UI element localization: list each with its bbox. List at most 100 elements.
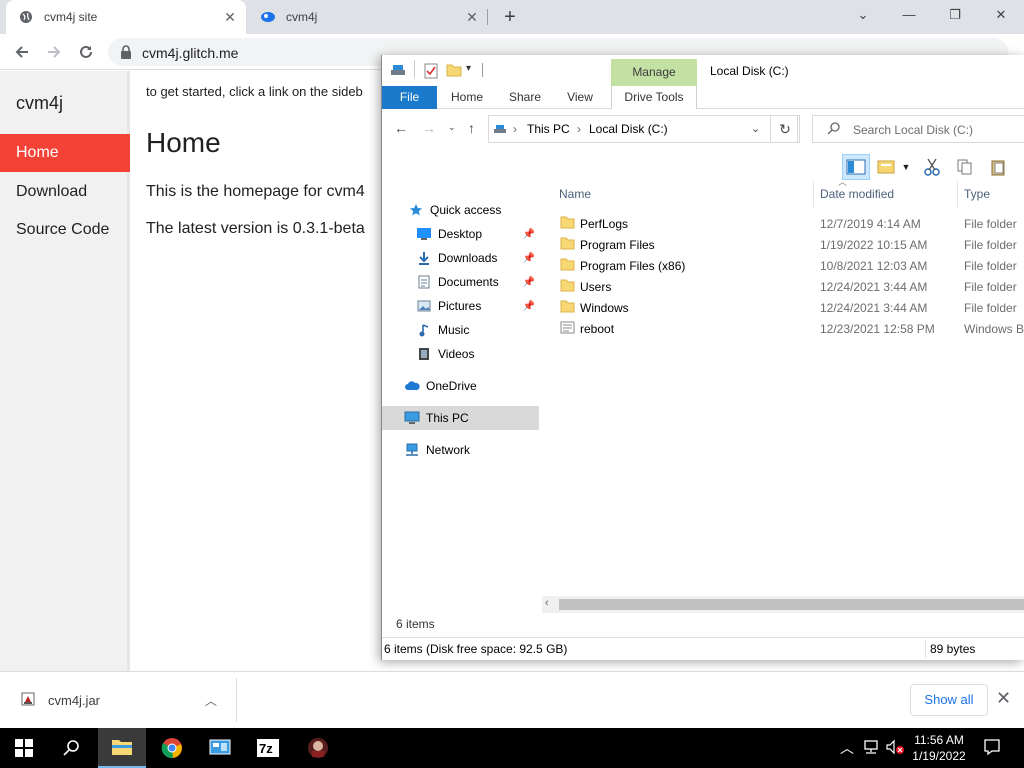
file-row[interactable]: PerfLogs 12/7/2019 4:14 AM File folder	[542, 213, 1024, 234]
nav-item-this-pc[interactable]: This PC	[382, 406, 539, 430]
game-taskbar-button[interactable]	[294, 728, 342, 768]
nav-item-music[interactable]: Music	[382, 318, 539, 342]
system-clock[interactable]: 11:56 AM 1/19/2022	[900, 732, 978, 764]
column-separator[interactable]	[957, 181, 958, 207]
file-name: Program Files	[580, 238, 655, 252]
sidebar-item-source-code[interactable]: Source Code	[0, 211, 130, 249]
column-header-date-modified[interactable]: Date modified	[820, 187, 894, 201]
new-folder-icon[interactable]	[446, 63, 462, 80]
folder-icon	[560, 216, 575, 232]
search-button[interactable]	[48, 728, 96, 768]
explorer-address-bar[interactable]: › This PC › Local Disk (C:) ⌄	[488, 115, 798, 143]
file-name: Windows	[580, 301, 629, 315]
close-tab-icon[interactable]: ✕	[464, 9, 480, 25]
file-row[interactable]: Program Files 1/19/2022 10:15 AM File fo…	[542, 234, 1024, 255]
recent-locations-icon[interactable]: ⌄	[448, 122, 456, 133]
nav-item-onedrive[interactable]: OneDrive	[382, 374, 539, 398]
scroll-left-icon[interactable]: ‹	[545, 597, 549, 609]
breadcrumb-this-pc[interactable]: This PC	[527, 122, 570, 136]
search-input[interactable]: Search Local Disk (C:)	[812, 115, 1024, 143]
manage-context-tab[interactable]: Manage	[611, 59, 697, 86]
file-row[interactable]: Windows 12/24/2021 3:44 AM File folder	[542, 297, 1024, 318]
refresh-button[interactable]: ↻	[770, 115, 800, 143]
file-date: 12/24/2021 3:44 AM	[820, 301, 928, 315]
ribbon-tab-view[interactable]: View	[560, 86, 600, 109]
new-tab-button[interactable]: +	[498, 5, 522, 29]
scrollbar-thumb[interactable]	[559, 599, 1024, 610]
tab-cvm4j[interactable]: cvm4j ✕	[248, 0, 488, 34]
nav-item-videos[interactable]: Videos	[382, 342, 539, 366]
start-button[interactable]	[0, 728, 48, 768]
breadcrumb-local-disk[interactable]: Local Disk (C:)	[589, 122, 668, 136]
up-arrow-icon[interactable]: ↑	[468, 120, 475, 136]
file-row[interactable]: Program Files (x86) 10/8/2021 12:03 AM F…	[542, 255, 1024, 276]
close-window-button[interactable]: ✕	[978, 0, 1024, 30]
nav-item-pictures[interactable]: Pictures 📌	[382, 294, 539, 318]
tab-cvm4j-site[interactable]: cvm4j site ✕	[6, 0, 246, 34]
horizontal-scrollbar[interactable]: ‹	[542, 596, 1024, 613]
divider	[925, 640, 926, 658]
minimize-button[interactable]: —	[886, 0, 932, 30]
back-button[interactable]	[8, 38, 36, 66]
view-toolbar: ▼	[842, 153, 1017, 181]
file-explorer-taskbar-button[interactable]	[98, 728, 146, 768]
column-header-type[interactable]: Type	[964, 187, 990, 201]
network-icon[interactable]	[862, 739, 880, 758]
new-item-icon[interactable]	[875, 154, 899, 180]
ribbon-tab-share[interactable]: Share	[504, 86, 546, 109]
nav-item-documents[interactable]: Documents 📌	[382, 270, 539, 294]
tab-search-button[interactable]: ⌄	[840, 0, 886, 30]
ribbon-tabs: File Home Share View Drive Tools	[382, 86, 1024, 109]
paste-icon[interactable]	[984, 154, 1012, 180]
windows-logo-icon	[15, 739, 33, 757]
divider	[236, 678, 237, 722]
file-row[interactable]: reboot 12/23/2021 12:58 PM Windows Ba	[542, 318, 1024, 339]
forward-button[interactable]	[40, 38, 68, 66]
control-panel-taskbar-button[interactable]	[196, 728, 244, 768]
ribbon-tab-file[interactable]: File	[382, 86, 437, 109]
pin-icon[interactable]: 📌	[523, 277, 535, 288]
pin-icon[interactable]: 📌	[523, 301, 535, 312]
cut-icon[interactable]	[918, 154, 946, 180]
sidebar-item-home[interactable]: Home	[0, 134, 130, 172]
back-arrow-icon[interactable]: ←	[394, 120, 408, 136]
chevron-down-icon[interactable]: ⌄	[751, 122, 760, 135]
item-count: 6 items	[396, 617, 435, 631]
restore-button[interactable]: ❐	[932, 0, 978, 30]
copy-icon[interactable]	[951, 154, 979, 180]
chrome-taskbar-button[interactable]	[148, 728, 196, 768]
notifications-icon[interactable]	[983, 738, 1001, 759]
pin-icon[interactable]: 📌	[523, 229, 535, 240]
pin-icon[interactable]: 📌	[523, 253, 535, 264]
nav-item-network[interactable]: Network	[382, 438, 539, 462]
file-name: Users	[580, 280, 612, 294]
nav-item-quick-access[interactable]: Quick access	[382, 198, 539, 222]
close-download-bar-icon[interactable]: ✕	[996, 688, 1011, 709]
ribbon-tab-home[interactable]: Home	[444, 86, 490, 109]
nav-item-label: Network	[426, 443, 471, 457]
column-header-name[interactable]: Name	[559, 187, 591, 201]
chevron-up-icon[interactable]: ︿	[205, 692, 217, 709]
properties-icon[interactable]	[424, 63, 438, 82]
download-bar: cvm4j.jar ︿ Show all ✕	[0, 671, 1024, 728]
download-item[interactable]: cvm4j.jar	[20, 691, 100, 710]
nav-item-label: Music	[438, 323, 470, 337]
column-separator[interactable]	[813, 181, 814, 207]
browser-tabstrip: cvm4j site ✕ cvm4j ✕ + ⌄ — ❐ ✕	[0, 0, 1024, 34]
ribbon-tab-drive-tools[interactable]: Drive Tools	[611, 86, 697, 109]
reload-button[interactable]	[72, 38, 100, 66]
7zip-taskbar-button[interactable]: 7z	[244, 728, 292, 768]
chevron-up-icon[interactable]: ︿	[840, 738, 854, 758]
close-tab-icon[interactable]: ✕	[222, 9, 238, 25]
svg-text:7z: 7z	[259, 741, 273, 756]
forward-arrow-icon[interactable]: →	[422, 120, 436, 136]
divider	[414, 60, 415, 78]
documents-icon	[416, 274, 432, 290]
nav-item-downloads[interactable]: Downloads 📌	[382, 246, 539, 270]
file-row[interactable]: Users 12/24/2021 3:44 AM File folder	[542, 276, 1024, 297]
nav-item-desktop[interactable]: Desktop 📌	[382, 222, 539, 246]
show-all-button[interactable]: Show all	[910, 684, 988, 716]
chevron-down-icon[interactable]: ▼	[899, 154, 913, 180]
customize-qat-icon[interactable]: ▾	[466, 63, 471, 74]
sidebar-item-download[interactable]: Download	[0, 173, 130, 211]
